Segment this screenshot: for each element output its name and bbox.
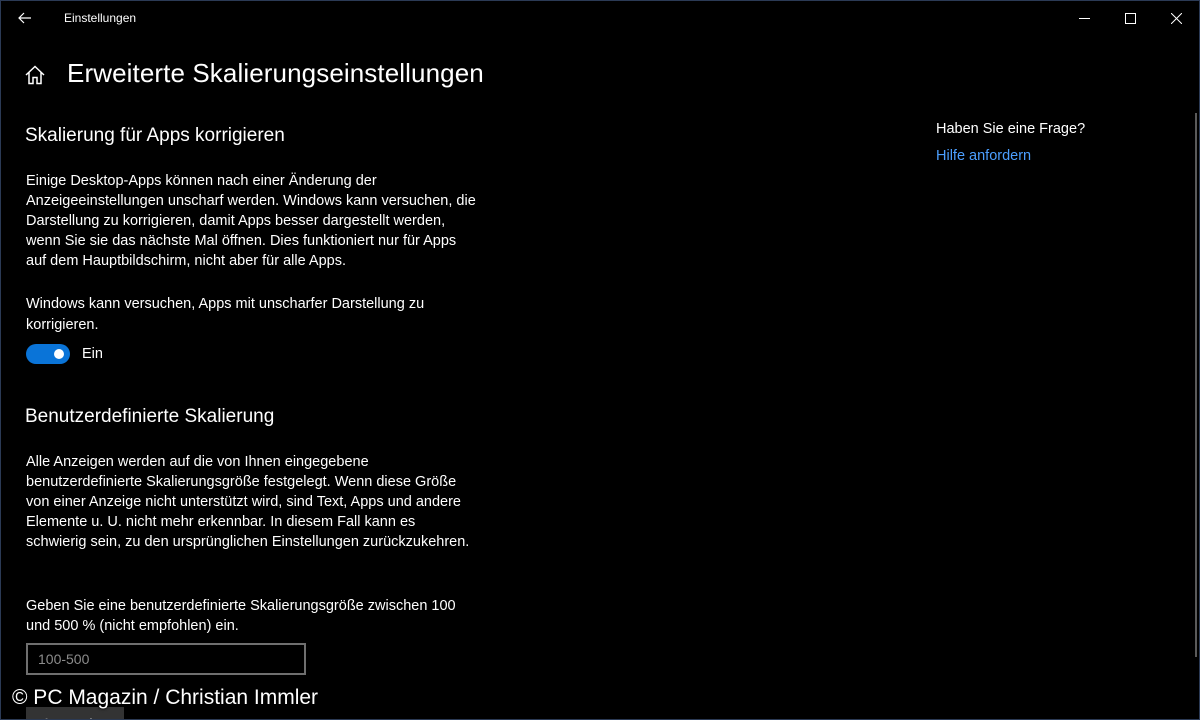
fix-scaling-description: Einige Desktop-Apps können nach einer Än… xyxy=(26,173,476,269)
watermark: © PC Magazin / Christian Immler xyxy=(12,686,319,709)
back-arrow-icon xyxy=(18,12,31,24)
custom-scaling-description: Alle Anzeigen werden auf die von Ihnen e… xyxy=(26,454,470,550)
maximize-button[interactable] xyxy=(1107,1,1153,35)
help-question: Haben Sie eine Frage? xyxy=(936,121,1086,137)
settings-window: Einstellungen Erweiterte Skalierungseins… xyxy=(0,0,1200,720)
help-link[interactable]: Hilfe anfordern xyxy=(936,148,1031,164)
custom-scaling-input[interactable] xyxy=(26,643,306,675)
minimize-button[interactable] xyxy=(1061,1,1107,35)
input-instruction: Geben Sie eine benutzerdefinierte Skalie… xyxy=(26,598,456,634)
section-heading-custom-scaling: Benutzerdefinierte Skalierung xyxy=(25,406,275,427)
fix-apps-toggle[interactable] xyxy=(26,344,70,364)
close-button[interactable] xyxy=(1153,1,1199,35)
toggle-knob xyxy=(54,349,64,359)
window-title: Einstellungen xyxy=(64,11,137,25)
toggle-state-label: Ein xyxy=(82,346,103,362)
title-bar: Einstellungen xyxy=(1,1,1199,35)
back-button[interactable] xyxy=(7,3,43,33)
minimize-icon xyxy=(1078,17,1090,19)
maximize-icon xyxy=(1124,12,1136,24)
home-icon xyxy=(25,65,45,85)
section-heading-fix-scaling: Skalierung für Apps korrigieren xyxy=(25,125,285,146)
toggle-description: Windows kann versuchen, Apps mit unschar… xyxy=(26,296,425,333)
scrollbar[interactable] xyxy=(1195,113,1197,657)
page-title: Erweiterte Skalierungseinstellungen xyxy=(67,58,484,88)
home-button[interactable] xyxy=(23,63,49,89)
close-icon xyxy=(1170,12,1182,24)
